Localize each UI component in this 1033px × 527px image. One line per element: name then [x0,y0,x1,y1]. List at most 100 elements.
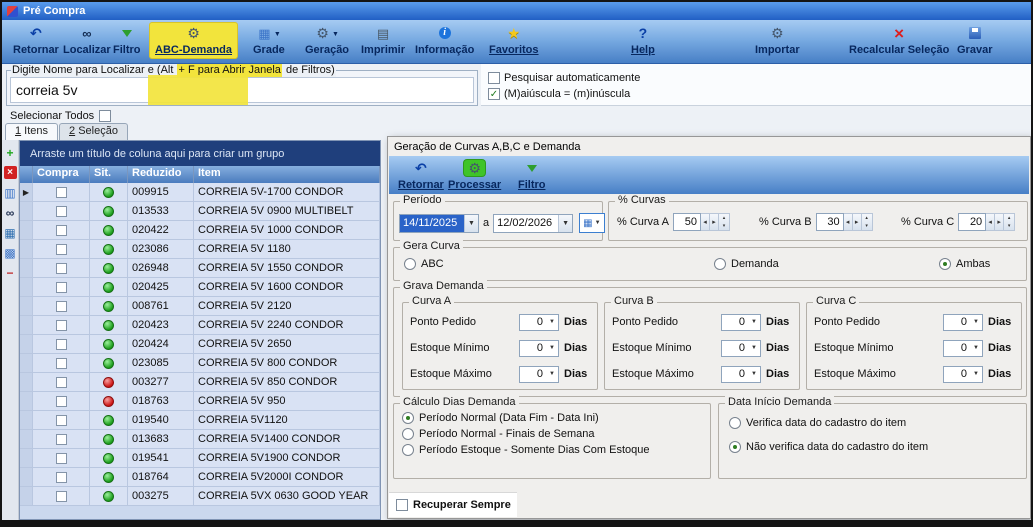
radio-gera-curva-1[interactable]: Demanda [714,258,779,270]
spin-updown-icon[interactable]: ▴▾ [719,213,730,231]
radio-calculo-2[interactable]: Período Estoque - Somente Dias Com Estoq… [402,444,650,456]
calendar-button[interactable]: ▦▼ [579,213,604,233]
row-checkbox[interactable] [56,415,67,426]
column-header-compra[interactable]: Compra [33,166,90,183]
demand-value-combo[interactable]: 0▼ [943,314,983,331]
date-to-combo[interactable]: 12/02/2026▼ [493,214,573,233]
demand-value-combo[interactable]: 0▼ [721,314,761,331]
table-row[interactable]: 026948CORREIA 5V 1550 CONDOR [20,259,380,278]
demand-value-combo[interactable]: 0▼ [721,366,761,383]
case-option[interactable]: (M)aiúscula = (m)inúscula [488,88,630,100]
radio-gera-curva-2[interactable]: Ambas [939,258,990,270]
side-table-icon[interactable]: ▦ [4,226,17,239]
demand-value-combo[interactable]: 0▼ [943,366,983,383]
chevron-down-icon[interactable]: ▼ [546,367,558,382]
table-row[interactable]: 003275CORREIA 5VX 0630 GOOD YEAR [20,487,380,506]
row-checkbox[interactable] [56,339,67,350]
row-checkbox[interactable] [56,377,67,388]
dialog-toolbar-button-processar[interactable]: Processar [443,158,506,193]
column-header-item[interactable]: Item [194,166,380,183]
table-row[interactable]: 020422CORREIA 5V 1000 CONDOR [20,221,380,240]
side-delete-icon[interactable]: × [4,166,17,179]
table-row[interactable]: 023085CORREIA 5V 800 CONDOR [20,354,380,373]
toolbar-button-grade[interactable]: Grade [248,23,290,58]
row-checkbox[interactable] [56,282,67,293]
row-checkbox[interactable] [56,358,67,369]
chevron-down-icon[interactable] [332,27,339,39]
side-columns-icon[interactable]: ▥ [4,186,17,199]
radio-data-inicio-1[interactable]: Não verifica data do cadastro do item [729,441,928,453]
date-from-combo[interactable]: 14/11/2025▼ [399,214,479,233]
toolbar-button-imprimir[interactable]: Imprimir [356,23,410,58]
row-checkbox[interactable] [56,187,67,198]
column-header-sit[interactable]: Sit. [90,166,128,183]
spin-updown-icon[interactable]: ▴▾ [1004,213,1015,231]
checkbox-icon[interactable] [488,72,500,84]
checkbox-icon[interactable] [488,88,500,100]
tab-selecao[interactable]: 2 Seleção [59,123,128,140]
row-checkbox[interactable] [56,225,67,236]
radio-calculo-0[interactable]: Período Normal (Data Fim - Data Ini) [402,412,650,424]
demand-value-combo[interactable]: 0▼ [519,340,559,357]
table-row[interactable]: 013533CORREIA 5V 0900 MULTIBELT [20,202,380,221]
dialog-toolbar-button-retornar[interactable]: Retornar [393,158,449,193]
row-checkbox[interactable] [56,396,67,407]
column-header-reduzido[interactable]: Reduzido [128,166,194,183]
spin-left-icon[interactable]: ◂ [701,213,710,231]
spin-right-icon[interactable]: ▸ [853,213,862,231]
table-row[interactable]: 013683CORREIA 5V1400 CONDOR [20,430,380,449]
row-checkbox[interactable] [56,491,67,502]
chevron-down-icon[interactable]: ▼ [748,315,760,330]
toolbar-button-favoritos[interactable]: Favoritos [484,23,544,58]
demand-value-combo[interactable]: 0▼ [519,366,559,383]
title-bar[interactable]: Pré Compra [2,2,1031,20]
chevron-down-icon[interactable] [274,27,281,39]
side-add-icon[interactable]: + [4,146,17,159]
toolbar-button-filtro[interactable]: Filtro [108,23,146,58]
side-remove-icon[interactable]: − [4,266,17,279]
toolbar-button-help[interactable]: Help [626,23,660,58]
table-row[interactable]: 020425CORREIA 5V 1600 CONDOR [20,278,380,297]
row-checkbox[interactable] [56,301,67,312]
demand-value-combo[interactable]: 0▼ [721,340,761,357]
row-checkbox[interactable] [56,206,67,217]
chevron-down-icon[interactable]: ▼ [970,367,982,382]
row-checkbox[interactable] [56,244,67,255]
table-row[interactable]: 018763CORREIA 5V 950 [20,392,380,411]
chevron-down-icon[interactable]: ▼ [970,341,982,356]
select-all-row[interactable]: Selecionar Todos [10,110,111,122]
chevron-down-icon[interactable]: ▼ [546,315,558,330]
table-row[interactable]: 018764CORREIA 5V2000I CONDOR [20,468,380,487]
table-row[interactable]: 019541CORREIA 5V1900 CONDOR [20,449,380,468]
spin-right-icon[interactable]: ▸ [995,213,1004,231]
dialog-toolbar-button-filtro[interactable]: Filtro [513,158,551,193]
spin-left-icon[interactable]: ◂ [986,213,995,231]
recuperar-sempre-checkbox[interactable] [396,499,408,511]
value-spinner[interactable]: 20◂▸▴▾ [958,213,1015,231]
chevron-down-icon[interactable]: ▼ [546,341,558,356]
toolbar-button-gravar[interactable]: Gravar [952,23,997,58]
row-checkbox[interactable] [56,434,67,445]
toolbar-button-informacao[interactable]: Informação [410,23,479,58]
select-all-checkbox[interactable] [99,110,111,122]
toolbar-button-recalcular-selecao[interactable]: Recalcular Seleção [844,23,954,58]
chevron-down-icon[interactable]: ▼ [748,341,760,356]
table-row[interactable]: 020424CORREIA 5V 2650 [20,335,380,354]
auto-search-option[interactable]: Pesquisar automaticamente [488,72,640,84]
row-checkbox[interactable] [56,320,67,331]
chevron-down-icon[interactable]: ▼ [748,367,760,382]
chevron-down-icon[interactable]: ▼ [558,215,572,232]
value-spinner[interactable]: 50◂▸▴▾ [673,213,730,231]
chevron-down-icon[interactable]: ▼ [464,215,478,232]
table-row[interactable]: 019540CORREIA 5V1120 [20,411,380,430]
toolbar-button-geracao[interactable]: Geração [300,23,354,58]
spin-right-icon[interactable]: ▸ [710,213,719,231]
table-row[interactable]: 020423CORREIA 5V 2240 CONDOR [20,316,380,335]
table-row[interactable]: 008761CORREIA 5V 2120 [20,297,380,316]
row-checkbox[interactable] [56,453,67,464]
toolbar-button-abc-demanda[interactable]: ABC-Demanda [150,23,237,58]
row-checkbox[interactable] [56,472,67,483]
toolbar-button-importar[interactable]: Importar [750,23,805,58]
toolbar-button-retornar[interactable]: Retornar [8,23,64,58]
row-checkbox[interactable] [56,263,67,274]
